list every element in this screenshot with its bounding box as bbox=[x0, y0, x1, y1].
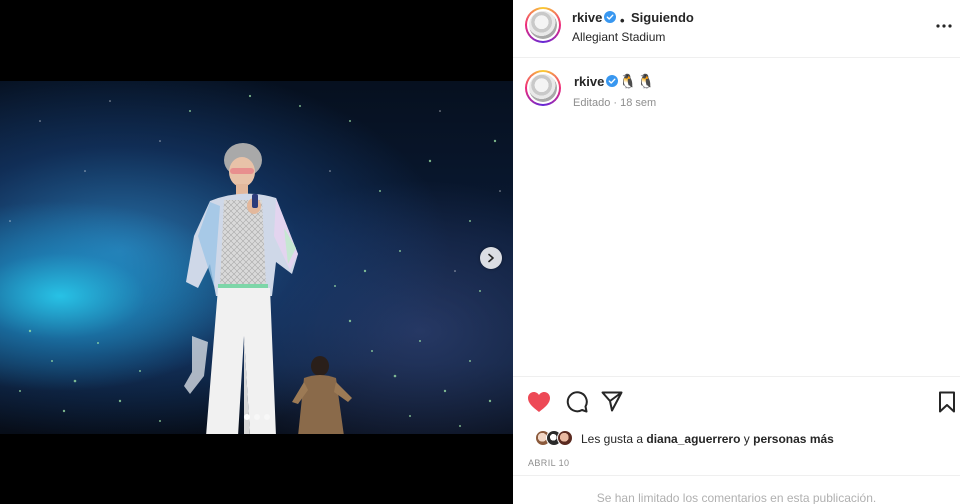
bookmark-icon[interactable] bbox=[938, 391, 956, 413]
caption-text: 🐧🐧 bbox=[619, 73, 656, 89]
location-link[interactable]: Allegiant Stadium bbox=[572, 30, 665, 44]
background-dancer bbox=[184, 336, 208, 394]
username-link[interactable]: rkive bbox=[572, 10, 602, 25]
time-ago[interactable]: 18 sem bbox=[620, 97, 656, 109]
avatar-image bbox=[529, 74, 557, 102]
verified-badge-icon bbox=[606, 75, 618, 87]
following-button[interactable]: Siguiendo bbox=[631, 10, 694, 25]
caption-meta: Editado · 18 sem bbox=[573, 97, 657, 109]
carousel-dot-active bbox=[243, 414, 250, 420]
chevron-right-icon bbox=[488, 253, 494, 263]
caption-avatar[interactable] bbox=[525, 70, 561, 106]
liker-avatar bbox=[557, 430, 573, 446]
liked-by-avatars[interactable] bbox=[535, 429, 573, 447]
paper-plane-icon[interactable] bbox=[601, 391, 623, 412]
avatar-image bbox=[529, 11, 557, 39]
carousel-dot bbox=[263, 414, 270, 420]
carousel-dot bbox=[253, 414, 260, 420]
edited-label: Editado bbox=[573, 97, 611, 109]
post-actions: Les gusta a diana_aguerrero y personas m… bbox=[513, 376, 960, 504]
heart-filled-icon[interactable] bbox=[527, 391, 551, 413]
post-header: rkive • Siguiendo Allegiant Stadium bbox=[513, 0, 960, 58]
verified-badge-icon bbox=[604, 11, 616, 23]
avatar[interactable] bbox=[525, 7, 561, 43]
carousel-next-button[interactable] bbox=[480, 247, 502, 269]
post-date: ABRIL 10 bbox=[528, 458, 570, 468]
liker-username-link[interactable]: diana_aguerrero bbox=[646, 432, 740, 446]
more-options-icon[interactable] bbox=[935, 19, 953, 33]
likes-summary: Les gusta a diana_aguerrero y personas m… bbox=[581, 432, 834, 446]
likes-prefix: Les gusta a bbox=[581, 432, 644, 446]
comment-bubble-icon[interactable] bbox=[565, 390, 588, 413]
likes-others-link[interactable]: personas más bbox=[753, 432, 834, 446]
post-media-panel bbox=[0, 0, 513, 504]
carousel-indicator bbox=[0, 414, 513, 420]
likes-conjunction: y bbox=[743, 432, 750, 446]
comments-limited-notice: Se han limitado los comentarios en esta … bbox=[513, 475, 960, 504]
separator-dot: • bbox=[620, 13, 625, 28]
caption-username[interactable]: rkive bbox=[574, 74, 604, 89]
post-photo[interactable] bbox=[0, 81, 513, 434]
post-side-panel: rkive • Siguiendo Allegiant Stadium rkiv… bbox=[513, 0, 960, 504]
